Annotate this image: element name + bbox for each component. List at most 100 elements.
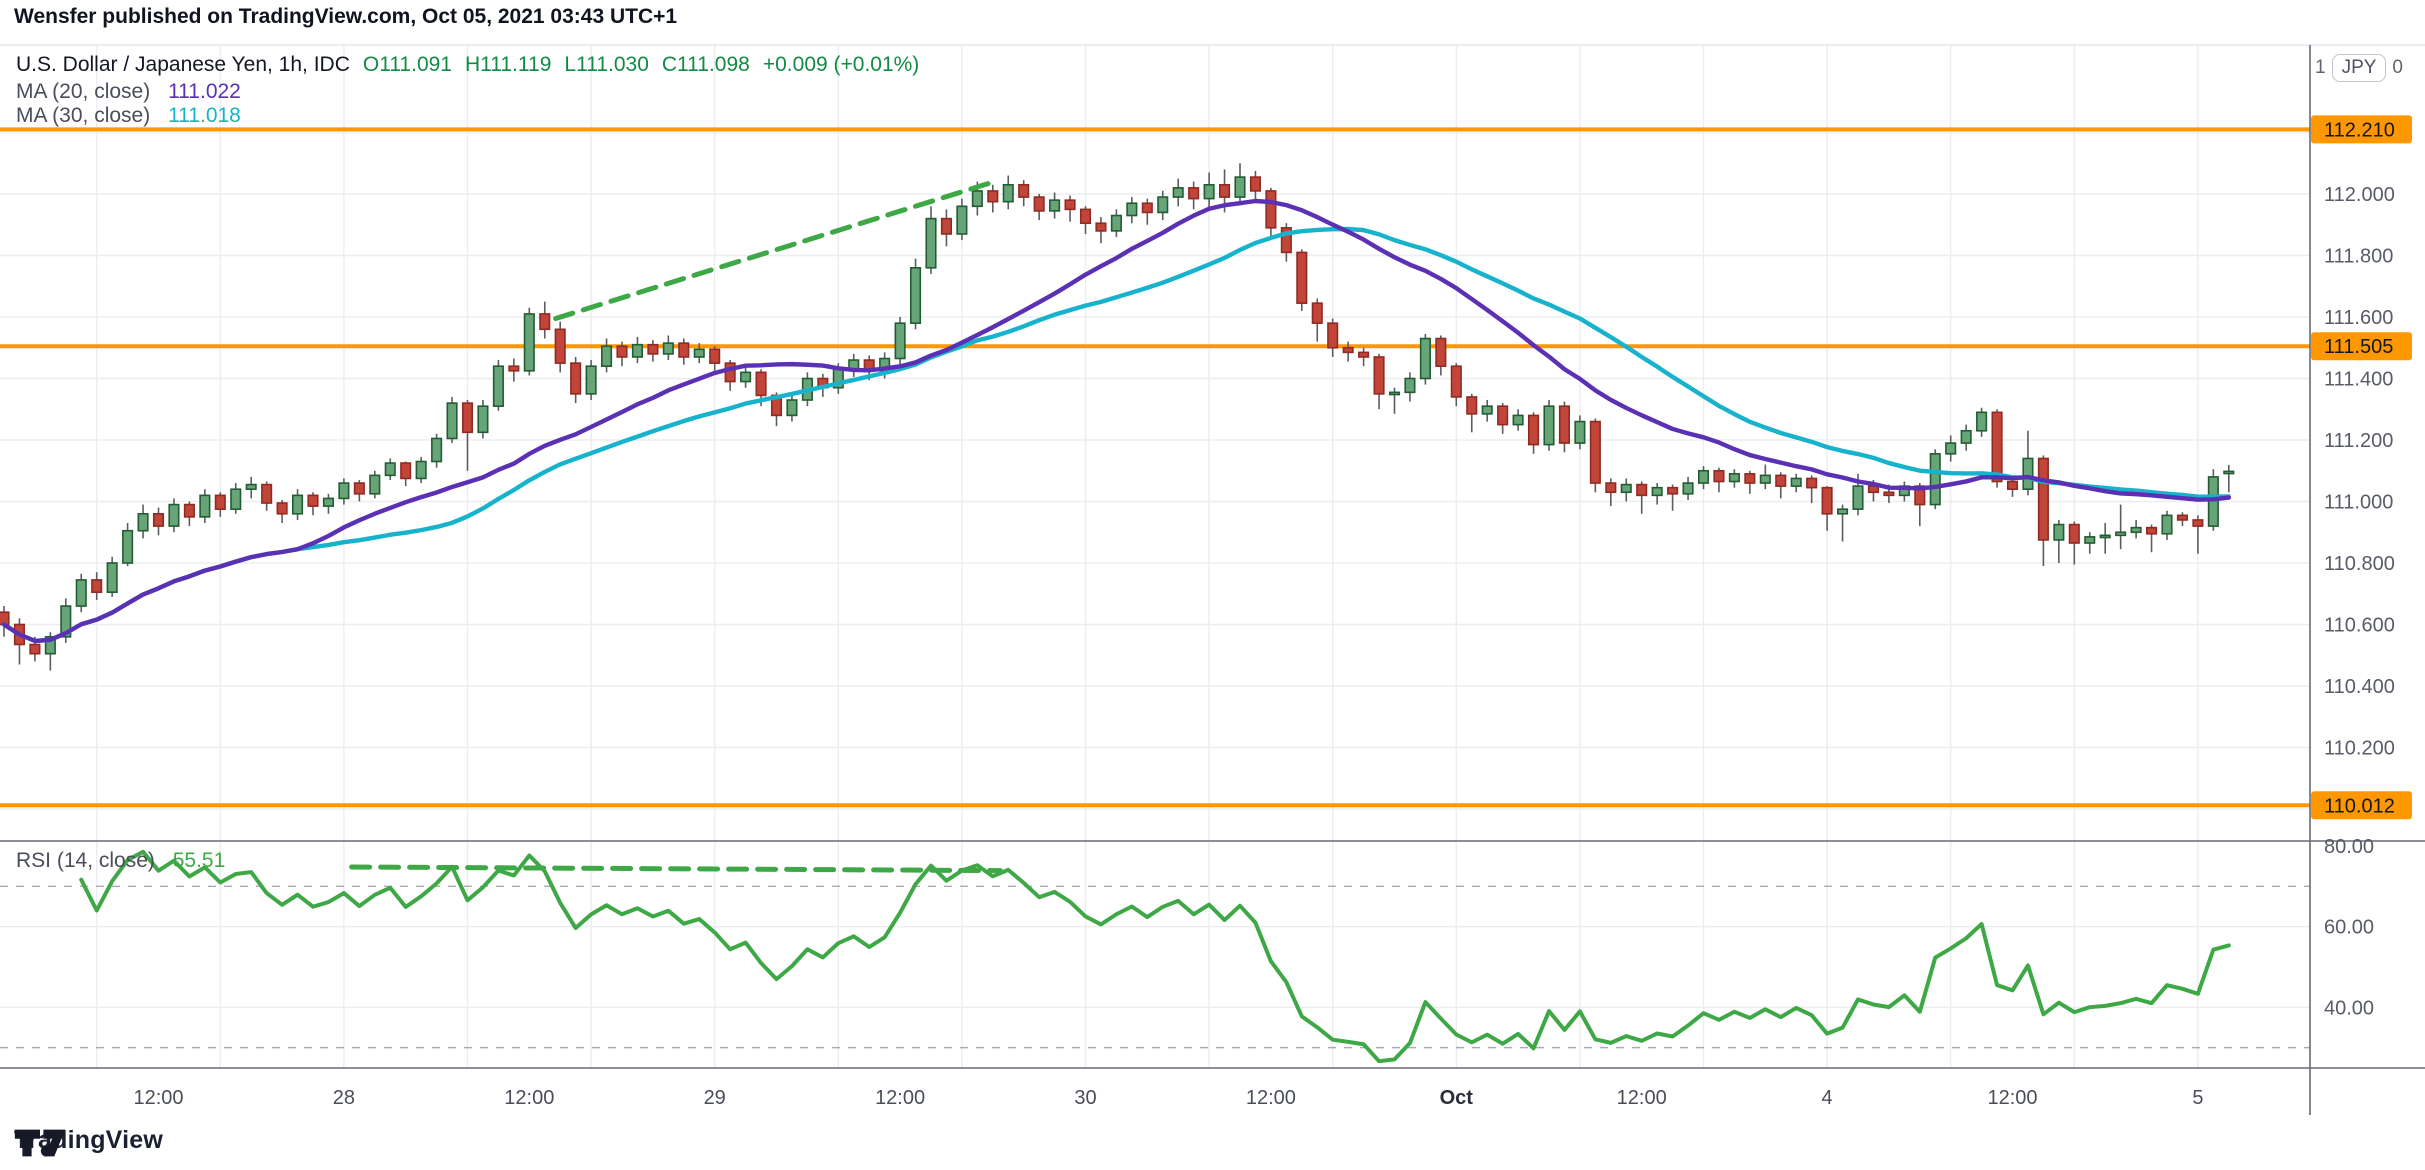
candle-down: [540, 314, 550, 329]
candle-up: [1173, 188, 1183, 197]
candle-up: [633, 345, 643, 357]
candle-down: [2070, 525, 2080, 543]
change-value: +0.009 (+0.01%): [763, 53, 919, 76]
time-tick-label: 12:00: [504, 1087, 554, 1109]
candle-down: [1328, 323, 1338, 348]
candle-up: [1004, 185, 1014, 202]
rsi-tick-label: 60.00: [2324, 917, 2374, 939]
candle-up: [231, 489, 241, 509]
candle-up: [1482, 406, 1492, 414]
price-level-label: 112.210: [2324, 119, 2395, 141]
candle-down: [1143, 203, 1153, 212]
candle-up: [1946, 443, 1956, 454]
candle-down: [1189, 188, 1199, 199]
candle-down: [1822, 488, 1832, 514]
rsi-legend[interactable]: RSI (14, close) 55.51: [16, 849, 225, 873]
candle-up: [695, 349, 705, 357]
candle-down: [30, 644, 40, 653]
candle-up: [2054, 525, 2064, 540]
price-tick-label: 110.800: [2324, 553, 2395, 575]
attribution-text: Wensfer published on TradingView.com, Oc…: [14, 5, 677, 29]
candle-up: [602, 346, 612, 366]
price-axis[interactable]: 112.000111.800111.600111.400111.200111.0…: [2311, 115, 2412, 1019]
symbol-legend[interactable]: U.S. Dollar / Japanese Yen, 1h, IDCO111.…: [16, 53, 919, 77]
candle-down: [216, 495, 226, 509]
candle-up: [1977, 412, 1987, 430]
price-tick-label: 111.000: [2324, 492, 2393, 514]
candle-down: [92, 580, 102, 592]
candle-down: [756, 372, 766, 395]
candle-up: [1127, 203, 1137, 215]
candle-up: [2023, 458, 2033, 489]
candle-down: [1591, 422, 1601, 484]
candle-down: [710, 349, 720, 363]
candle-up: [911, 268, 921, 323]
candle-down: [277, 503, 287, 514]
open-value: O111.091: [363, 53, 452, 76]
ma30-value: 111.018: [168, 104, 241, 127]
candle-down: [1869, 486, 1879, 492]
candle-down: [1313, 303, 1323, 323]
candle-up: [1235, 177, 1245, 197]
candle-up: [447, 403, 457, 438]
candle-down: [679, 343, 689, 357]
candle-up: [138, 514, 148, 531]
ma30-legend[interactable]: MA (30, close) 111.018: [16, 104, 241, 128]
candles-layer[interactable]: [0, 163, 2234, 670]
candle-down: [1776, 475, 1786, 486]
candle-up: [1853, 486, 1863, 509]
candle-up: [1204, 185, 1214, 199]
candle-down: [725, 363, 735, 381]
time-tick-label: 29: [704, 1087, 726, 1109]
candle-up: [1405, 379, 1415, 393]
candle-up: [1730, 474, 1740, 482]
candle-down: [1359, 352, 1369, 357]
candle-down: [2193, 520, 2203, 526]
candle-down: [1374, 357, 1384, 394]
currency-unit-button[interactable]: JPY: [2332, 54, 2387, 82]
ma20-label: MA (20, close): [16, 80, 150, 103]
candle-down: [2147, 528, 2157, 534]
candle-up: [525, 314, 535, 371]
tradingview-logo[interactable]: TradingView: [14, 1126, 163, 1155]
candle-down: [1467, 397, 1477, 414]
candle-up: [1112, 216, 1122, 231]
ma20-legend[interactable]: MA (20, close) 111.022: [16, 80, 241, 104]
candle-up: [1761, 475, 1771, 483]
time-axis[interactable]: 12:002812:002912:003012:00Oct12:00412:00…: [133, 1087, 2203, 1109]
price-level-label: 110.012: [2324, 795, 2395, 817]
candle-down: [2008, 482, 2018, 490]
unit-widget: 1 JPY 0: [2315, 54, 2403, 82]
candle-up: [107, 563, 117, 592]
candle-up: [2100, 535, 2110, 537]
candle-up: [370, 475, 380, 493]
unit-left-digit: 1: [2315, 57, 2326, 79]
candle-up: [1390, 392, 1400, 394]
time-tick-label: 5: [2192, 1087, 2203, 1109]
candle-up: [1683, 483, 1693, 494]
candle-up: [123, 531, 133, 563]
candle-up: [1622, 485, 1632, 493]
candle-down: [2039, 458, 2048, 539]
candle-up: [1961, 431, 1971, 443]
candle-up: [787, 400, 797, 415]
candle-up: [2085, 537, 2095, 543]
candle-up: [1791, 478, 1801, 486]
rsi-line: [81, 852, 2229, 1061]
gridlines-layer: [0, 45, 2310, 1068]
candle-down: [1297, 252, 1307, 303]
candle-up: [2116, 532, 2126, 535]
candle-up: [1838, 509, 1848, 514]
candle-up: [77, 580, 87, 606]
candle-down: [1637, 485, 1647, 496]
candle-down: [555, 329, 565, 363]
rsi-layer: [81, 852, 2229, 1061]
frame-layer: [0, 45, 2425, 1115]
chart-canvas[interactable]: 112.000111.800111.600111.400111.200111.0…: [0, 0, 2425, 1170]
time-tick-label: 12:00: [1617, 1087, 1667, 1109]
price-tick-label: 111.800: [2324, 246, 2393, 268]
candle-down: [509, 366, 518, 371]
candle-up: [2224, 471, 2234, 473]
candle-down: [988, 191, 998, 202]
trendlines-layer[interactable]: [352, 182, 1001, 871]
